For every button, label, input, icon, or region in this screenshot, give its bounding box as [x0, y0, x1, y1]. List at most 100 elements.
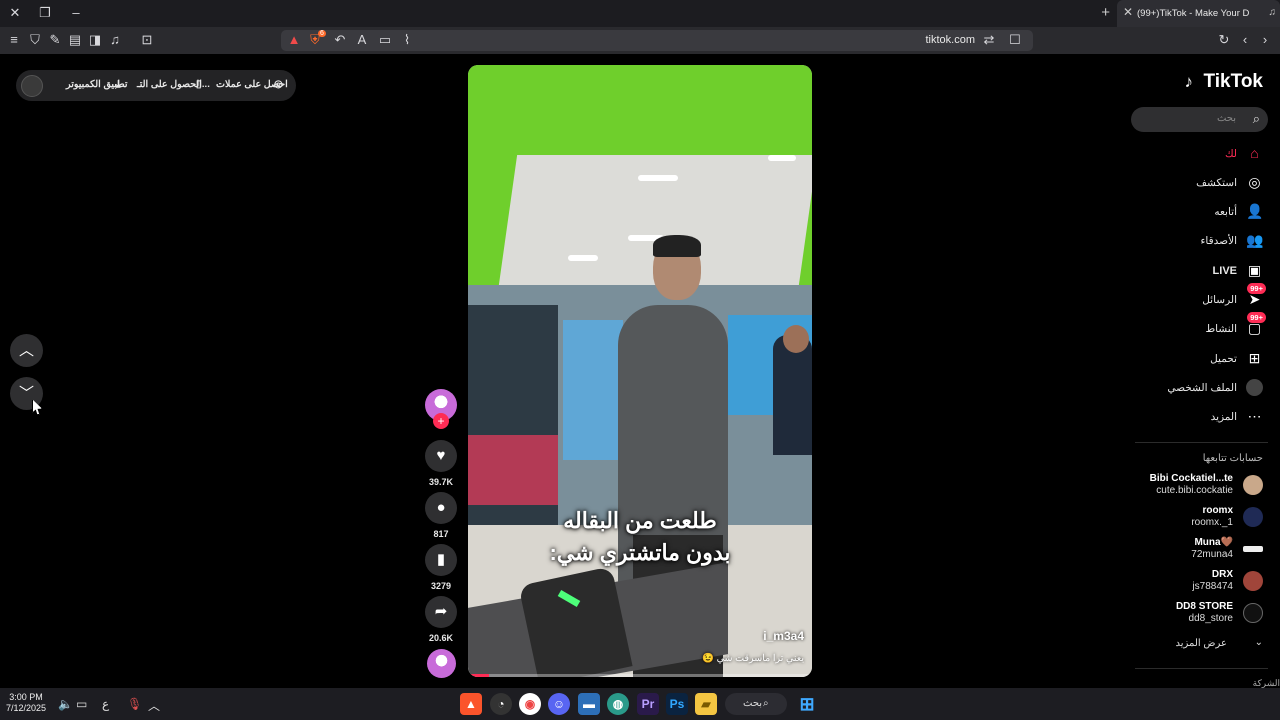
person-hair [653, 235, 701, 257]
sidebar-item-live[interactable]: ▣ LIVE [1133, 261, 1263, 281]
tiktok-note-icon: ♪ [1184, 72, 1194, 91]
sidebar-icon[interactable]: ◨ [87, 32, 103, 48]
messages-badge: 99+ [1247, 283, 1266, 294]
tiktok-logo[interactable]: ♪ TikTok [1185, 71, 1263, 93]
see-more-button[interactable]: ⌄ عرض المزيد [1133, 636, 1263, 652]
taskbar-search[interactable]: بحث ⌕ [725, 693, 787, 715]
account-handle: cute.bibi.cockatie [1156, 485, 1233, 496]
photoshop-taskbar-icon[interactable]: Ps [666, 693, 688, 715]
follow-plus-icon[interactable]: + [433, 413, 449, 429]
wallet-icon[interactable]: ⊡ [139, 32, 155, 48]
previous-video-button[interactable]: ︿ [10, 334, 43, 367]
discord-taskbar-icon[interactable]: ☺ [548, 693, 570, 715]
tabs-icon[interactable]: ▤ [67, 32, 83, 48]
new-tab-button[interactable]: + [1101, 4, 1110, 21]
background-person-head [783, 325, 809, 353]
comment-button[interactable]: ● [425, 492, 457, 524]
sidebar-item-explore[interactable]: ◎ استكشف [1133, 173, 1263, 193]
chevron-up-icon: ︿ [18, 342, 34, 359]
sidebar-item-messages[interactable]: ➤ 99+ الرسائل [1133, 283, 1266, 310]
video-username[interactable]: i_m3a4 [763, 629, 804, 643]
draw-icon[interactable]: ⌇ [399, 32, 415, 48]
search-icon[interactable]: ⌕ [1253, 111, 1260, 127]
volume-icon[interactable]: 🔈 [58, 697, 73, 711]
browser-tab[interactable]: ✕ (99+)TikTok - Make Your Day ♫ [1117, 0, 1280, 27]
sidebar-item-upload[interactable]: ⊞ تحميل [1133, 349, 1263, 369]
language-indicator[interactable]: ع [102, 697, 109, 711]
video-player[interactable]: طلعت من البقاله بدون ماتشتري شي: i_m3a4 … [468, 65, 812, 677]
file-explorer-taskbar-icon[interactable]: ▰ [695, 693, 717, 715]
following-accounts-title: حسابات تتابعها [1202, 453, 1263, 464]
avatar [1243, 603, 1263, 623]
sidebar-item-label: أتابعه [1214, 206, 1237, 218]
back-icon[interactable]: ‹ [1237, 32, 1253, 48]
taskbar-clock[interactable]: 3:00 PM 7/12/2025 [6, 692, 46, 714]
sidebar-item-more[interactable]: ⋯ المزيد [1133, 407, 1263, 427]
sidebar-item-foryou[interactable]: ⌂ لك [1133, 144, 1263, 164]
minimize-window-icon[interactable]: – [66, 4, 86, 22]
pin-icon[interactable]: ✎ [47, 32, 63, 48]
window-taskbar-icon[interactable]: ▬ [578, 693, 600, 715]
sidebar-item-activity[interactable]: ▢ 99+ النشاط [1133, 312, 1266, 339]
like-button[interactable]: ♥ [425, 440, 457, 472]
ceiling-light [638, 175, 678, 181]
account-name: DRX [1211, 569, 1233, 580]
shield-icon[interactable]: ⛉ [27, 32, 43, 48]
account-name: Bibi Cockatiel...te [1149, 473, 1233, 484]
network-icon[interactable]: ▭ [76, 697, 87, 711]
share-button[interactable]: ➦ [425, 596, 457, 628]
menu-icon[interactable]: ≡ [6, 32, 22, 48]
list-item[interactable]: DRX js788474 [1113, 567, 1263, 595]
sidebar-item-label: تحميل [1210, 353, 1237, 365]
globe-taskbar-icon[interactable]: ◍ [607, 693, 629, 715]
reload-icon[interactable]: ↻ [1216, 32, 1232, 48]
tray-expand-icon[interactable]: ︿ [148, 697, 160, 714]
upload-icon: ⊞ [1248, 350, 1261, 366]
more-icon: ⋯ [1247, 408, 1262, 424]
list-item[interactable]: Bibi Cockatiel...te cute.bibi.cockatie [1113, 471, 1263, 499]
brave-rewards-icon[interactable]: ▲ [286, 32, 302, 48]
video-caption: طلعت من البقاله بدون ماتشتري شي: [468, 505, 812, 569]
premiere-taskbar-icon[interactable]: Pr [637, 693, 659, 715]
search-placeholder: بحث [1216, 113, 1236, 124]
search-icon: ⌕ [763, 698, 769, 709]
sidebar-item-label: الملف الشخصي [1167, 382, 1237, 394]
bookmark-icon[interactable]: ☐ [1007, 32, 1023, 48]
search-input[interactable]: بحث ⌕ [1131, 107, 1268, 132]
account-handle: roomx._1 [1191, 517, 1233, 528]
save-button[interactable]: ▮ [425, 544, 457, 576]
sidebar-item-label: لك [1224, 148, 1237, 160]
profile-avatar-icon [1246, 379, 1263, 396]
sidebar-item-friends[interactable]: 👥 الأصدقاء [1133, 231, 1264, 251]
music-icon[interactable]: ♫ [107, 32, 123, 48]
ceiling-light [568, 255, 598, 261]
windows-start-icon[interactable]: ⊞ [796, 693, 818, 715]
clock-time: 3:00 PM [9, 692, 43, 702]
avatar [1243, 571, 1263, 591]
like-count: 39.7K [428, 477, 454, 487]
list-item[interactable]: roomx roomx._1 [1113, 503, 1263, 531]
app-taskbar-icon[interactable]: ◔ [490, 693, 512, 715]
sidebar-item-label: المزيد [1210, 411, 1237, 423]
avatar[interactable] [21, 75, 43, 97]
extension-badge: 6 [318, 30, 326, 37]
chevron-down-icon: ⌄ [1254, 637, 1263, 648]
undo-icon[interactable]: ↶ [332, 32, 348, 48]
restore-window-icon[interactable]: ❐ [35, 4, 55, 22]
music-disc-avatar[interactable] [427, 649, 456, 678]
address-bar[interactable]: ▲ ⛨ 6 ↶ A ▭ ⌇ tiktok.com ⇄ [281, 30, 1033, 51]
microphone-icon[interactable]: 🎙 [127, 697, 142, 711]
sidebar-item-profile[interactable]: الملف الشخصي [1133, 378, 1263, 398]
list-item[interactable]: DD8 STORE dd8_store [1113, 599, 1263, 627]
translate-icon[interactable]: A [354, 32, 370, 48]
chrome-taskbar-icon[interactable]: ◉ [519, 693, 541, 715]
tab-close-icon[interactable]: ✕ [1123, 5, 1133, 19]
forward-icon[interactable]: › [1257, 32, 1273, 48]
brave-taskbar-icon[interactable]: ▲ [460, 693, 482, 715]
screen-icon[interactable]: ▭ [377, 32, 393, 48]
video-progress-bar[interactable] [468, 674, 812, 677]
site-settings-icon[interactable]: ⇄ [981, 32, 997, 48]
close-window-icon[interactable]: ✕ [5, 4, 25, 22]
sidebar-item-following[interactable]: 👤 أتابعه [1133, 202, 1263, 222]
list-item[interactable]: Muna🤎 72muna4 [1113, 535, 1263, 563]
